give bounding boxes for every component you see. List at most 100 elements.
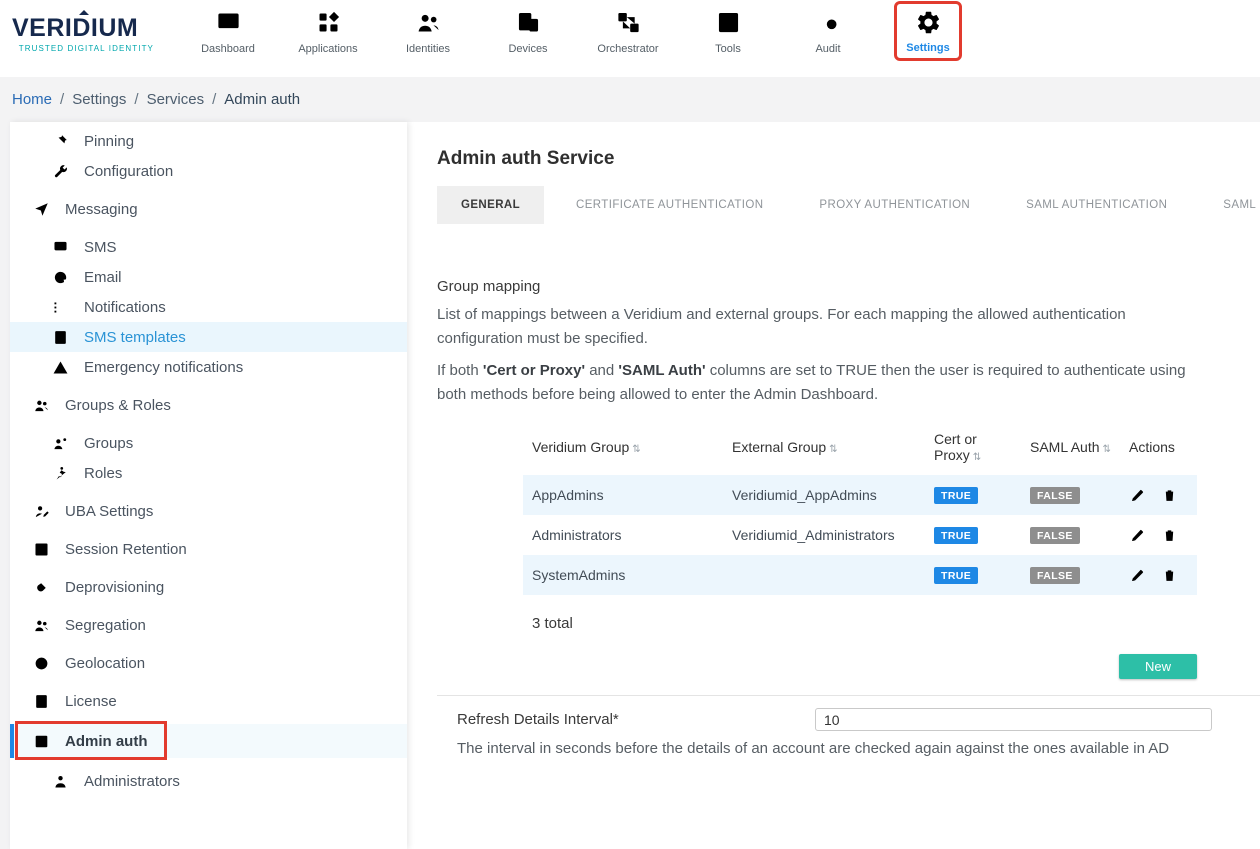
tab-certificate-authentication[interactable]: CERTIFICATE AUTHENTICATION xyxy=(552,186,787,224)
brand-tagline: TRUSTED DIGITAL IDENTITY xyxy=(12,44,154,53)
breadcrumb-settings[interactable]: Settings xyxy=(72,91,126,108)
nav-orchestrator[interactable]: Orchestrator xyxy=(578,9,678,77)
refresh-interval-input[interactable] xyxy=(815,708,1212,731)
apps-grid-icon xyxy=(315,9,342,36)
at-sign-icon xyxy=(52,269,69,286)
sidebar-item-pinning[interactable]: Pinning xyxy=(10,126,407,156)
nav-devices[interactable]: Devices xyxy=(478,9,578,77)
sidebar-item-groups-roles[interactable]: Groups & Roles xyxy=(10,390,407,420)
column-header-cert-or-proxy[interactable]: Cert or Proxy⇅ xyxy=(925,431,1021,463)
person-running-icon xyxy=(52,465,69,482)
sidebar-item-uba-settings[interactable]: UBA Settings xyxy=(10,496,407,526)
pin-icon xyxy=(52,133,69,150)
sidebar-item-roles[interactable]: Roles xyxy=(10,458,407,488)
gear-icon xyxy=(915,9,942,36)
chat-icon xyxy=(52,239,69,256)
top-navigation-bar: VERIDIUM TRUSTED DIGITAL IDENTITY Dashbo… xyxy=(0,0,1260,77)
cell-external-group: Veridiumid_Administrators xyxy=(723,527,925,543)
group-mapping-table: Veridium Group⇅ External Group⇅ Cert or … xyxy=(523,419,1197,595)
delete-trash-icon[interactable] xyxy=(1161,527,1178,544)
sidebar-item-label: SMS templates xyxy=(84,329,186,346)
sidebar-item-label: Groups & Roles xyxy=(65,397,171,414)
sort-icon[interactable]: ⇅ xyxy=(973,452,981,463)
tab-proxy-authentication[interactable]: PROXY AUTHENTICATION xyxy=(795,186,994,224)
delete-trash-icon[interactable] xyxy=(1161,487,1178,504)
sidebar-item-groups[interactable]: Groups xyxy=(10,428,407,458)
nav-dashboard[interactable]: Dashboard xyxy=(178,9,278,77)
main-nav: Dashboard Applications Identities Device… xyxy=(178,0,978,77)
sidebar-item-sms[interactable]: SMS xyxy=(10,232,407,262)
sidebar-item-configuration[interactable]: Configuration xyxy=(10,156,407,186)
sidebar-item-label: Pinning xyxy=(84,133,134,150)
sidebar-item-messaging[interactable]: Messaging xyxy=(10,194,407,224)
sidebar-item-label: Session Retention xyxy=(65,541,187,558)
sidebar-item-license[interactable]: License xyxy=(10,686,407,716)
nav-orchestrator-label: Orchestrator xyxy=(597,43,658,55)
sidebar-item-emergency-notifications[interactable]: Emergency notifications xyxy=(10,352,407,382)
breadcrumb-services[interactable]: Services xyxy=(147,91,205,108)
nav-settings[interactable]: Settings xyxy=(878,9,978,77)
sidebar-item-geolocation[interactable]: Geolocation xyxy=(10,648,407,678)
nav-devices-label: Devices xyxy=(508,43,547,55)
sidebar-item-deprovisioning[interactable]: Deprovisioning xyxy=(10,572,407,602)
left-gutter xyxy=(0,122,10,849)
sidebar-item-admin-auth[interactable]: Admin auth xyxy=(10,724,407,758)
nav-tools[interactable]: Tools xyxy=(678,9,778,77)
cell-veridium-group: AppAdmins xyxy=(523,487,723,503)
sort-icon[interactable]: ⇅ xyxy=(632,444,640,455)
service-tabs: GENERAL CERTIFICATE AUTHENTICATION PROXY… xyxy=(437,186,1260,224)
content-area: Pinning Configuration Messaging SMS Emai… xyxy=(0,122,1260,849)
tab-saml-keys[interactable]: SAML KE xyxy=(1199,186,1260,224)
column-header-external-group[interactable]: External Group⇅ xyxy=(723,439,925,455)
sidebar-item-label: Groups xyxy=(84,435,133,452)
breadcrumb-home[interactable]: Home xyxy=(12,91,52,108)
description-2-bold-cert-or-proxy: 'Cert or Proxy' xyxy=(483,362,585,379)
annotation-box-settings: Settings xyxy=(894,1,961,61)
nav-applications[interactable]: Applications xyxy=(278,9,378,77)
sidebar-item-segregation[interactable]: Segregation xyxy=(10,610,407,640)
sidebar-item-label: Segregation xyxy=(65,617,146,634)
edit-pencil-icon[interactable] xyxy=(1129,567,1146,584)
nav-identities-label: Identities xyxy=(406,43,450,55)
cell-actions xyxy=(1120,567,1197,584)
group-mapping-description-2: If both 'Cert or Proxy' and 'SAML Auth' … xyxy=(437,359,1199,407)
column-header-veridium-group[interactable]: Veridium Group⇅ xyxy=(523,439,723,455)
brand-name-text: VERIDIUM xyxy=(12,14,138,42)
brand-name: VERIDIUM xyxy=(12,15,164,41)
cell-cert-or-proxy: TRUE xyxy=(925,526,1021,545)
group-mapping-section: Group mapping List of mappings between a… xyxy=(437,278,1199,679)
cell-cert-or-proxy: TRUE xyxy=(925,566,1021,585)
broom-icon xyxy=(33,579,50,596)
edit-pencil-icon[interactable] xyxy=(1129,527,1146,544)
status-badge-true: TRUE xyxy=(934,487,978,504)
sidebar-item-label: Deprovisioning xyxy=(65,579,164,596)
sidebar-item-notifications[interactable]: Notifications xyxy=(10,292,407,322)
column-header-saml-auth[interactable]: SAML Auth⇅ xyxy=(1021,439,1120,455)
group-mapping-description-1: List of mappings between a Veridium and … xyxy=(437,303,1199,351)
nav-identities[interactable]: Identities xyxy=(378,9,478,77)
delete-trash-icon[interactable] xyxy=(1161,567,1178,584)
tab-general[interactable]: GENERAL xyxy=(437,186,544,224)
table-row: SystemAdmins TRUE FALSE xyxy=(523,555,1197,595)
sidebar-item-session-retention[interactable]: Session Retention xyxy=(10,534,407,564)
people-gear-icon xyxy=(52,435,69,452)
cell-actions xyxy=(1120,527,1197,544)
document-lines-icon xyxy=(33,693,50,710)
tab-saml-authentication[interactable]: SAML AUTHENTICATION xyxy=(1002,186,1191,224)
veridium-logo[interactable]: VERIDIUM TRUSTED DIGITAL IDENTITY xyxy=(12,15,164,77)
sidebar-item-label: Messaging xyxy=(65,201,138,218)
page-title: Admin auth Service xyxy=(437,148,1260,170)
person-icon xyxy=(52,773,69,790)
sidebar-item-sms-templates[interactable]: SMS templates xyxy=(10,322,407,352)
wrench-icon xyxy=(52,163,69,180)
sidebar-item-administrators[interactable]: Administrators xyxy=(10,766,407,796)
sort-icon[interactable]: ⇅ xyxy=(829,444,837,455)
sidebar-item-email[interactable]: Email xyxy=(10,262,407,292)
edit-pencil-icon[interactable] xyxy=(1129,487,1146,504)
nav-audit[interactable]: Audit xyxy=(778,9,878,77)
description-2-bold-saml-auth: 'SAML Auth' xyxy=(618,362,705,379)
new-button[interactable]: New xyxy=(1119,654,1197,679)
breadcrumb-separator: / xyxy=(134,91,138,108)
sort-icon[interactable]: ⇅ xyxy=(1103,444,1111,455)
new-button-row: New xyxy=(437,654,1197,679)
